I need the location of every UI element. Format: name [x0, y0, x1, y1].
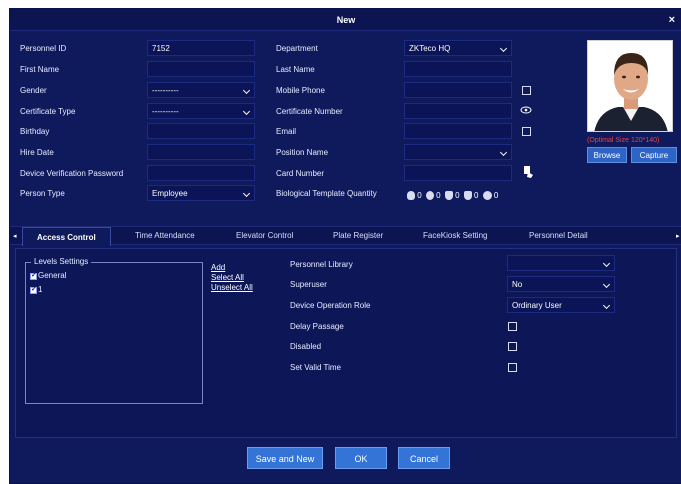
certificate-type-label: Certificate Type: [20, 107, 76, 116]
capture-button[interactable]: Capture: [631, 147, 677, 163]
last-name-input[interactable]: [404, 61, 512, 77]
hire-date-input[interactable]: [147, 144, 255, 160]
device-verification-password-label: Device Verification Password: [20, 169, 124, 178]
personnel-library-select[interactable]: [507, 255, 615, 271]
face-count: 0: [493, 191, 499, 200]
first-name-input[interactable]: [147, 61, 255, 77]
department-select[interactable]: ZKTeco HQ: [404, 40, 512, 56]
level-1-checkbox[interactable]: [30, 285, 37, 294]
biological-template-quantity-label: Biological Template Quantity: [276, 189, 377, 198]
personnel-library-label: Personnel Library: [290, 260, 353, 269]
mobile-phone-input[interactable]: [404, 82, 512, 98]
tab-access-control[interactable]: Access Control: [22, 227, 111, 246]
email-label: Email: [276, 127, 297, 136]
person-type-select[interactable]: Employee: [147, 185, 255, 201]
mobile-phone-label: Mobile Phone: [276, 86, 325, 95]
dialog-title: New: [336, 15, 356, 25]
hire-date-label: Hire Date: [20, 148, 54, 157]
browse-button[interactable]: Browse: [587, 147, 627, 163]
levels-settings-title: Levels Settings: [31, 257, 92, 266]
palm-count: 0: [455, 191, 460, 200]
email-input[interactable]: [404, 123, 512, 139]
delay-passage-label: Delay Passage: [290, 322, 344, 331]
personnel-id-input[interactable]: 7152: [147, 40, 255, 56]
position-name-select[interactable]: [404, 144, 512, 160]
fingerprint-count: 0: [417, 191, 422, 200]
palm-vein-count: 0: [474, 191, 479, 200]
select-all-link[interactable]: Select All: [211, 273, 244, 282]
level-general-checkbox[interactable]: [30, 271, 37, 280]
finger-vein-icon: [425, 191, 434, 201]
biological-template-counts: 0 0 0 0 0: [407, 191, 499, 201]
first-name-label: First Name: [20, 65, 60, 74]
device-operation-role-label: Device Operation Role: [290, 301, 371, 310]
tab-time-attendance[interactable]: Time Attendance: [135, 231, 195, 240]
superuser-label: Superuser: [290, 280, 327, 289]
tab-plate-register[interactable]: Plate Register: [333, 231, 383, 240]
email-checkbox[interactable]: [522, 127, 531, 136]
certificate-type-select[interactable]: ----------: [147, 103, 255, 119]
eye-icon[interactable]: [520, 106, 532, 114]
disabled-checkbox[interactable]: [508, 342, 517, 351]
level-general-label: General: [38, 271, 67, 280]
finger-vein-count: 0: [436, 191, 441, 200]
palm-icon: [444, 191, 453, 201]
certificate-number-input[interactable]: [404, 103, 512, 119]
person-portrait-icon: [588, 41, 672, 131]
birthday-label: Birthday: [20, 127, 50, 136]
tab-bar: ◂ Access Control Time Attendance Elevato…: [10, 226, 681, 246]
tab-scroll-right-icon[interactable]: ▸: [676, 232, 680, 240]
gender-select[interactable]: ----------: [147, 82, 255, 98]
tab-elevator-control[interactable]: Elevator Control: [236, 231, 293, 240]
levels-settings-box: [25, 262, 203, 404]
device-verification-password-input[interactable]: [147, 165, 255, 181]
card-number-label: Card Number: [276, 169, 325, 178]
tab-scroll-left-icon[interactable]: ◂: [13, 232, 17, 240]
title-bar: New ×: [10, 9, 681, 31]
ok-button[interactable]: OK: [335, 447, 387, 469]
last-name-label: Last Name: [276, 65, 315, 74]
set-valid-time-checkbox[interactable]: [508, 363, 517, 372]
gender-label: Gender: [20, 86, 47, 95]
close-icon[interactable]: ×: [669, 14, 675, 26]
disabled-label: Disabled: [290, 342, 322, 351]
personnel-photo: [587, 40, 673, 132]
save-and-new-button[interactable]: Save and New: [247, 447, 323, 469]
birthday-input[interactable]: [147, 123, 255, 139]
tab-facekiosk-setting[interactable]: FaceKiosk Setting: [423, 231, 487, 240]
person-type-label: Person Type: [20, 189, 65, 198]
palm-vein-icon: [463, 191, 472, 201]
fingerprint-icon: [407, 191, 415, 201]
set-valid-time-label: Set Valid Time: [290, 363, 341, 372]
superuser-select[interactable]: No: [507, 276, 615, 292]
mobile-phone-checkbox[interactable]: [522, 86, 531, 95]
read-card-icon[interactable]: [524, 166, 534, 178]
department-label: Department: [276, 44, 318, 53]
add-link[interactable]: Add: [211, 263, 225, 272]
personnel-id-label: Personnel ID: [20, 44, 67, 53]
card-number-input[interactable]: [404, 165, 512, 181]
position-name-label: Position Name: [276, 148, 329, 157]
delay-passage-checkbox[interactable]: [508, 322, 517, 331]
device-operation-role-select[interactable]: Ordinary User: [507, 297, 615, 313]
face-icon: [482, 191, 492, 201]
level-1-label: 1: [38, 285, 43, 294]
unselect-all-link[interactable]: Unselect All: [211, 283, 253, 292]
optimal-size-hint: (Optimal Size 120*140): [587, 137, 660, 144]
tab-personnel-detail[interactable]: Personnel Detail: [529, 231, 588, 240]
cancel-button[interactable]: Cancel: [398, 447, 450, 469]
certificate-number-label: Certificate Number: [276, 107, 343, 116]
